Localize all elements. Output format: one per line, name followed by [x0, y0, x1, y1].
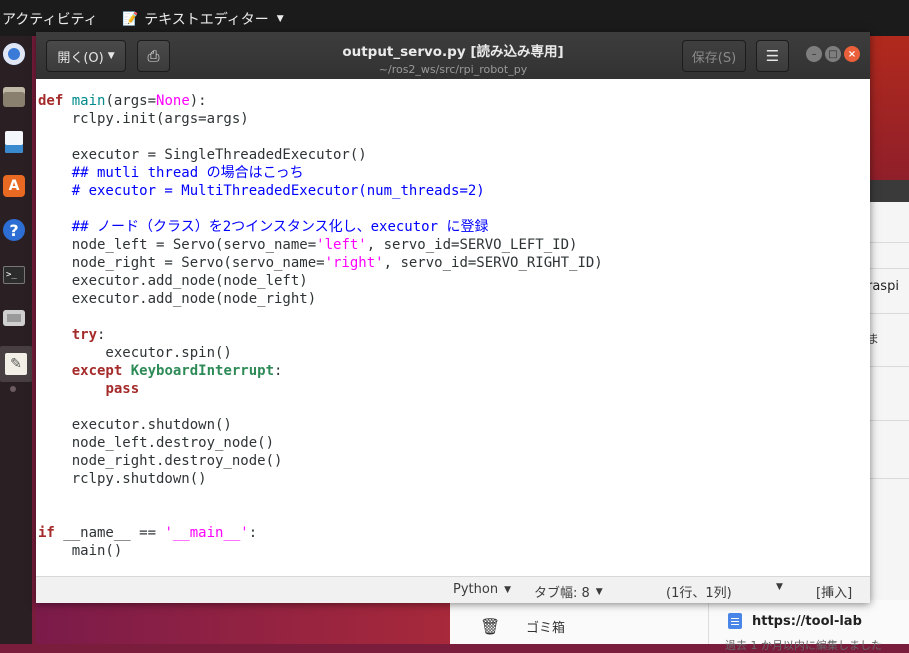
- gedit-icon: ✎: [5, 353, 27, 375]
- new-tab-button[interactable]: ⎙: [137, 40, 170, 72]
- gedit-launcher[interactable]: ✎: [0, 346, 32, 382]
- code-line[interactable]: try:: [38, 326, 603, 344]
- code-line[interactable]: node_left.destroy_node(): [38, 434, 603, 452]
- files-icon: [3, 87, 25, 107]
- app-menu[interactable]: 📝 テキストエディター ▼: [122, 9, 284, 29]
- activities-button[interactable]: アクティビティ: [2, 9, 98, 29]
- code-line[interactable]: ## mutli thread の場合はこっち: [38, 164, 603, 182]
- code-line[interactable]: # executor = MultiThreadedExecutor(num_t…: [38, 182, 603, 200]
- text-editor-icon: 📝: [122, 11, 139, 27]
- code-line[interactable]: if __name__ == '__main__':: [38, 524, 603, 542]
- edited-text: 過去 1 か月以内に編集しました: [725, 639, 882, 652]
- divider: [868, 268, 909, 269]
- dock: A ? >_ ✎: [0, 36, 32, 644]
- desktop-wallpaper-bottom: [36, 600, 456, 644]
- background-file-list: 🗑 ゴミ箱 https://tool-lab 過去 1 か月以内に編集しました: [450, 600, 909, 652]
- gedit-window: 開く(O) ▼ ⎙ output_servo.py [読み込み専用] ~/ros…: [36, 32, 870, 603]
- chevron-down-icon: ▼: [504, 584, 511, 595]
- files-launcher[interactable]: [0, 83, 28, 111]
- language-label: Python: [453, 582, 499, 597]
- code-line[interactable]: node_left = Servo(servo_name='left', ser…: [38, 236, 603, 254]
- tab-width-selector[interactable]: タブ幅: 8 ▼: [534, 582, 603, 601]
- language-selector[interactable]: Python ▼: [453, 582, 511, 597]
- trash-label[interactable]: ゴミ箱: [526, 617, 565, 636]
- close-button[interactable]: ×: [844, 46, 860, 62]
- code-line[interactable]: executor.spin(): [38, 344, 603, 362]
- browser-text[interactable]: raspi: [867, 279, 899, 294]
- camera-icon: [3, 310, 25, 326]
- header-bar: 開く(O) ▼ ⎙ output_servo.py [読み込み専用] ~/ros…: [36, 32, 870, 79]
- code-line[interactable]: [38, 506, 603, 524]
- divider: [868, 478, 909, 479]
- window-title: output_servo.py [読み込み専用]: [342, 44, 564, 60]
- status-bar: Python ▼ タブ幅: 8 ▼ (1行、1列) ▼ [挿入]: [36, 576, 870, 603]
- divider: [868, 366, 909, 367]
- code-line[interactable]: [38, 398, 603, 416]
- code-line[interactable]: rclpy.shutdown(): [38, 470, 603, 488]
- code-line[interactable]: [38, 308, 603, 326]
- code-line[interactable]: def main(args=None):: [38, 92, 603, 110]
- top-bar: アクティビティ 📝 テキストエディター ▼: [0, 0, 909, 36]
- code-line[interactable]: executor.shutdown(): [38, 416, 603, 434]
- code-line[interactable]: [38, 128, 603, 146]
- code-line[interactable]: rclpy.init(args=args): [38, 110, 603, 128]
- help-launcher[interactable]: ?: [0, 216, 28, 244]
- code-line[interactable]: main(): [38, 542, 603, 560]
- chevron-down-icon: ▼: [595, 586, 603, 597]
- code-line[interactable]: pass: [38, 380, 603, 398]
- running-indicator: [10, 386, 16, 392]
- open-button[interactable]: 開く(O) ▼: [46, 40, 126, 72]
- terminal-icon: >_: [3, 266, 25, 284]
- cursor-position[interactable]: (1行、1列): [666, 582, 732, 601]
- cursor-position-label: (1行、1列): [666, 586, 732, 601]
- code-view[interactable]: def main(args=None): rclpy.init(args=arg…: [38, 92, 603, 560]
- save-button[interactable]: 保存(S): [682, 40, 746, 72]
- title-area: output_servo.py [読み込み専用] ~/ros2_ws/src/r…: [266, 40, 640, 76]
- maximize-button[interactable]: □: [825, 46, 841, 62]
- hamburger-menu-button[interactable]: ☰: [756, 40, 789, 72]
- code-line[interactable]: except KeyboardInterrupt:: [38, 362, 603, 380]
- chrome-launcher[interactable]: [0, 40, 28, 68]
- divider: [868, 420, 909, 421]
- chevron-down-icon: ▼: [776, 582, 783, 592]
- code-line[interactable]: executor.add_node(node_right): [38, 290, 603, 308]
- software-launcher[interactable]: A: [0, 172, 28, 200]
- new-document-icon: ⎙: [147, 47, 160, 65]
- code-line[interactable]: [38, 200, 603, 218]
- camera-launcher[interactable]: [0, 304, 28, 332]
- chrome-icon: [3, 43, 25, 65]
- code-line[interactable]: node_right.destroy_node(): [38, 452, 603, 470]
- trash-icon[interactable]: 🗑: [480, 617, 500, 636]
- help-icon: ?: [3, 219, 25, 241]
- document-icon[interactable]: [728, 613, 742, 629]
- code-line[interactable]: ## ノード（クラス）を2つインスタンス化し、executor に登録: [38, 218, 603, 236]
- open-label: 開く(O): [57, 50, 104, 66]
- minimize-button[interactable]: –: [806, 46, 822, 62]
- writer-icon: [5, 131, 23, 153]
- divider: [868, 242, 909, 243]
- editor-area[interactable]: def main(args=None): rclpy.init(args=arg…: [36, 79, 870, 576]
- chevron-down-icon: ▼: [107, 51, 115, 61]
- document-link[interactable]: https://tool-lab: [752, 614, 862, 629]
- insert-mode[interactable]: [挿入]: [816, 582, 852, 601]
- window-subtitle: ~/ros2_ws/src/rpi_robot_py: [378, 63, 528, 76]
- tab-width-label: タブ幅: 8: [534, 586, 590, 601]
- software-icon: A: [3, 175, 25, 197]
- chevron-down-icon: ▼: [276, 14, 284, 24]
- position-dropdown[interactable]: ▼: [776, 582, 783, 592]
- code-line[interactable]: executor = SingleThreadedExecutor(): [38, 146, 603, 164]
- hamburger-icon: ☰: [765, 47, 780, 65]
- code-line[interactable]: [38, 488, 603, 506]
- writer-launcher[interactable]: [0, 128, 28, 156]
- code-line[interactable]: executor.add_node(node_left): [38, 272, 603, 290]
- divider: [868, 313, 909, 314]
- code-line[interactable]: node_right = Servo(servo_name='right', s…: [38, 254, 603, 272]
- app-menu-label: テキストエディター: [144, 12, 269, 28]
- insert-mode-label: [挿入]: [816, 586, 853, 601]
- terminal-launcher[interactable]: >_: [0, 261, 28, 289]
- divider: [708, 600, 709, 644]
